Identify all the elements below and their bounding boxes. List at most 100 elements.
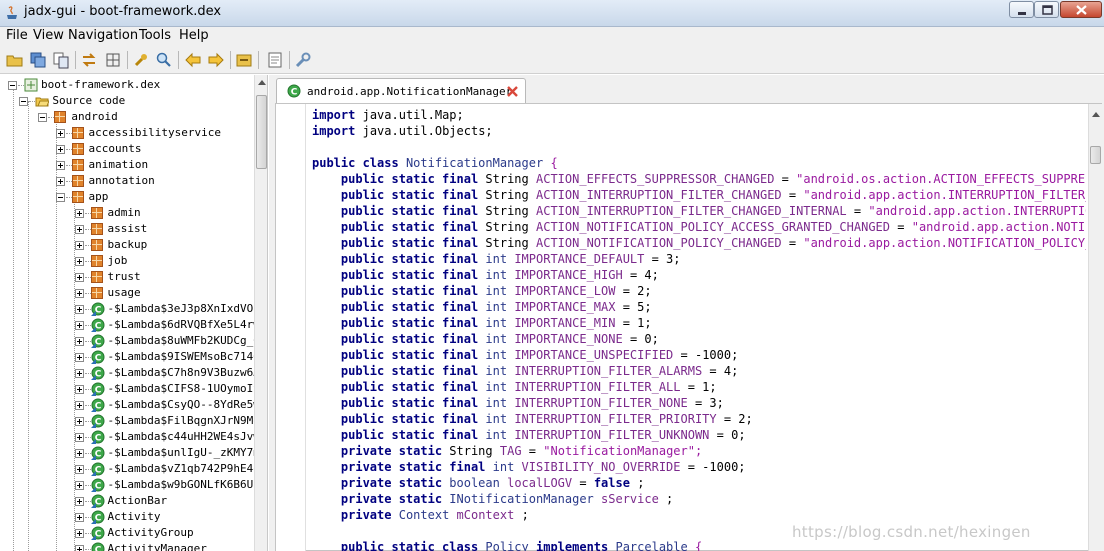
tree-item-package[interactable]: assist xyxy=(0,221,254,237)
expand-icon[interactable] xyxy=(74,449,84,458)
expand-icon[interactable] xyxy=(55,161,65,170)
expand-icon[interactable] xyxy=(74,401,84,410)
tree-item-class[interactable]: C -$Lambda$C7h8n9V3Buzw6AAh xyxy=(0,365,267,381)
package-icon xyxy=(71,175,84,187)
minimize-button[interactable] xyxy=(1009,1,1034,18)
deobfuscation-icon[interactable] xyxy=(235,51,253,69)
tree-item-class[interactable]: C -$Lambda$9ISWEMsoBc714QrN xyxy=(0,349,267,365)
code-scroll-thumb[interactable] xyxy=(1090,146,1101,164)
expand-icon[interactable] xyxy=(74,385,84,394)
scroll-up-arrow-icon[interactable] xyxy=(1092,112,1100,117)
expand-icon[interactable] xyxy=(74,337,84,346)
collapse-icon[interactable] xyxy=(38,113,48,122)
sync-icon[interactable] xyxy=(80,51,98,69)
code-token: int xyxy=(485,284,508,298)
expand-icon[interactable] xyxy=(74,353,84,362)
code-token: public static final xyxy=(312,220,479,234)
menu-help[interactable]: Help xyxy=(179,28,209,43)
expand-icon[interactable] xyxy=(74,497,84,506)
tree-item-class[interactable]: C -$Lambda$8uWMFb2KUDCg_OI3 xyxy=(0,333,267,349)
tree-item-class[interactable]: C -$Lambda$FilBqgnXJrN9Mgyk xyxy=(0,413,267,429)
tree-item-package[interactable]: accessibilityservice xyxy=(0,125,254,141)
menu-tools[interactable]: Tools xyxy=(139,28,171,43)
close-tab-icon[interactable] xyxy=(506,85,519,98)
tree-item-package[interactable]: accounts xyxy=(0,141,254,157)
menu-navigation[interactable]: Navigation xyxy=(68,28,138,43)
code-token: ; xyxy=(637,476,645,490)
class-icon: C xyxy=(90,446,104,460)
tree-item-root[interactable]: boot-framework.dex xyxy=(0,77,254,93)
tree-item-package[interactable]: backup xyxy=(0,237,254,253)
tree-item-class[interactable]: C ActivityGroup xyxy=(0,525,254,541)
expand-icon[interactable] xyxy=(55,129,65,138)
tree-scroll-thumb[interactable] xyxy=(256,95,267,169)
expand-icon[interactable] xyxy=(74,465,84,474)
tree-item-package[interactable]: job xyxy=(0,253,254,269)
tree-item-class[interactable]: C -$Lambda$6dRVQBfXe5L4rwvX xyxy=(0,317,267,333)
find-class-icon[interactable] xyxy=(155,51,173,69)
expand-icon[interactable] xyxy=(74,241,84,250)
menu-view[interactable]: View xyxy=(33,28,64,43)
menu-file[interactable]: File xyxy=(6,28,28,43)
log-viewer-icon[interactable] xyxy=(266,51,284,69)
tree-item-android[interactable]: android xyxy=(0,109,254,125)
tree-item-package[interactable]: app xyxy=(0,189,254,205)
tree-item-class[interactable]: C -$Lambda$3eJ3p8XnIxdVOnI8Z xyxy=(0,301,267,317)
expand-icon[interactable] xyxy=(74,545,84,551)
expand-icon[interactable] xyxy=(74,513,84,522)
scroll-up-arrow-icon[interactable] xyxy=(258,80,266,85)
tree-item-label: Source code xyxy=(52,94,126,107)
maximize-button[interactable] xyxy=(1034,1,1059,18)
tree-item-package[interactable]: trust xyxy=(0,269,254,285)
save-all-icon[interactable] xyxy=(29,51,47,69)
expand-icon[interactable] xyxy=(55,177,65,186)
code-token: int xyxy=(485,348,508,362)
tree-item-package[interactable]: admin xyxy=(0,205,254,221)
collapse-icon[interactable] xyxy=(19,97,29,106)
tree-item-class[interactable]: C -$Lambda$CIFS8-1UOymoIt8c xyxy=(0,381,267,397)
tree-item-package[interactable]: annotation xyxy=(0,173,254,189)
tree-item-class[interactable]: C ActivityManager xyxy=(0,541,254,551)
expand-icon[interactable] xyxy=(74,369,84,378)
tree-item-source-code[interactable]: Source code xyxy=(0,93,254,109)
code-view[interactable]: import java.util.Map; import java.util.Ob… xyxy=(275,103,1102,551)
forward-arrow-icon[interactable] xyxy=(207,51,225,69)
tree-item-class[interactable]: C -$Lambda$vZ1qb742P9hE4dr xyxy=(0,461,266,477)
expand-icon[interactable] xyxy=(74,289,84,298)
preferences-icon[interactable] xyxy=(294,51,312,69)
expand-icon[interactable] xyxy=(74,209,84,218)
code-line: public static final int IMPORTANCE_HIGH … xyxy=(312,267,659,283)
tree-item-class[interactable]: C -$Lambda$CsyQO--8YdRe5w1a xyxy=(0,397,267,413)
tree-item-class[interactable]: C ActionBar xyxy=(0,493,254,509)
expand-icon[interactable] xyxy=(74,481,84,490)
expand-icon[interactable] xyxy=(74,321,84,330)
close-window-button[interactable] xyxy=(1060,1,1102,18)
expand-icon[interactable] xyxy=(74,273,84,282)
tree-item-package[interactable]: usage xyxy=(0,285,254,301)
expand-icon[interactable] xyxy=(74,225,84,234)
export-icon[interactable] xyxy=(52,51,70,69)
collapse-icon[interactable] xyxy=(55,193,65,202)
collapse-icon[interactable] xyxy=(8,81,17,90)
expand-icon[interactable] xyxy=(74,529,84,538)
code-token: ACTION_INTERRUPTION_FILTER_CHANGED_INTER… xyxy=(536,204,847,218)
code-token: String xyxy=(485,236,529,250)
expand-icon[interactable] xyxy=(74,257,84,266)
code-text[interactable]: import java.util.Map; import java.util.Ob… xyxy=(312,104,1086,551)
code-scrollbar[interactable] xyxy=(1088,104,1102,551)
tree-item-class[interactable]: C -$Lambda$c44uHH2WE4sJvw5t xyxy=(0,429,267,445)
search-text-icon[interactable] xyxy=(132,51,150,69)
tree-item-package[interactable]: animation xyxy=(0,157,254,173)
expand-icon[interactable] xyxy=(74,433,84,442)
expand-icon[interactable] xyxy=(55,145,65,154)
open-folder-icon[interactable] xyxy=(6,51,24,69)
back-arrow-icon[interactable] xyxy=(184,51,202,69)
tree-item-class[interactable]: C Activity xyxy=(0,509,254,525)
expand-icon[interactable] xyxy=(74,305,84,314)
tree-item-class[interactable]: C -$Lambda$w9bGONLfK6B6UpQK xyxy=(0,477,267,493)
tree-item-class[interactable]: C -$Lambda$unlIgU-_zKMY7m6D xyxy=(0,445,267,461)
flatten-packages-icon[interactable] xyxy=(104,51,122,69)
tab-notification-manager[interactable]: C android.app.NotificationManager xyxy=(276,78,526,103)
tree-scrollbar[interactable] xyxy=(254,75,267,551)
expand-icon[interactable] xyxy=(74,417,84,426)
